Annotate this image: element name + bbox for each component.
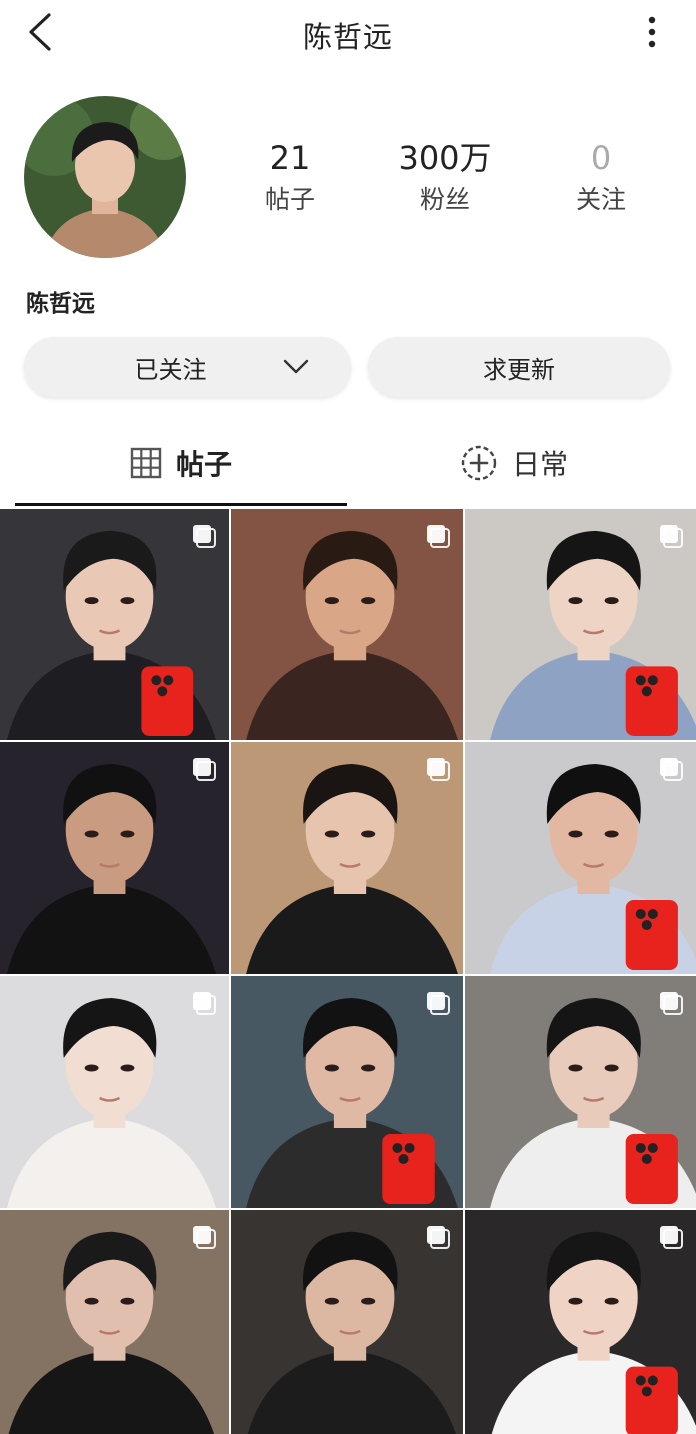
add-circle-icon [461,445,497,481]
post-thumbnail[interactable] [465,1210,696,1434]
stat-label: 关注 [575,185,626,214]
multiple-photos-icon [427,758,450,781]
stat-value: 21 [269,139,311,177]
top-bar: 陈哲远 [0,0,696,66]
post-thumbnail[interactable] [465,742,696,974]
avatar[interactable] [24,96,186,258]
multiple-photos-icon [660,525,683,548]
post-thumbnail[interactable] [0,509,229,740]
stat-followers[interactable]: 300万 粉丝 [375,138,515,220]
post-thumbnail[interactable] [231,976,463,1208]
tab-posts[interactable]: 帖子 [15,420,347,506]
stat-following[interactable]: 0 关注 [531,138,671,220]
stat-label: 粉丝 [419,185,470,214]
tab-daily[interactable]: 日常 [348,420,680,506]
stat-value: 300万 [398,139,492,177]
more-options-button[interactable] [636,12,668,52]
content-tabs: 帖子 日常 [0,420,696,510]
post-thumbnail[interactable] [231,1210,463,1434]
tab-label: 帖子 [175,448,232,481]
post-thumbnail[interactable] [0,976,229,1208]
following-button-label: 已关注 [134,355,207,384]
post-thumbnail[interactable] [231,509,463,740]
multiple-photos-icon [193,525,216,548]
multiple-photos-icon [427,525,450,548]
multiple-photos-icon [427,1226,450,1249]
request-update-label: 求更新 [483,355,555,384]
stat-posts[interactable]: 21 帖子 [220,138,360,220]
active-tab-indicator [15,503,347,506]
post-thumbnail[interactable] [465,976,696,1208]
post-thumbnail[interactable] [231,742,463,974]
profile-name: 陈哲远 [26,291,95,317]
request-update-button[interactable]: 求更新 [368,337,670,397]
stat-value: 0 [590,139,612,177]
multiple-photos-icon [193,992,216,1015]
multiple-photos-icon [660,758,683,781]
page-title: 陈哲远 [302,20,393,54]
post-thumbnail[interactable] [465,509,696,740]
stat-label: 帖子 [264,185,315,214]
post-thumbnail[interactable] [0,1210,229,1434]
multiple-photos-icon [660,1226,683,1249]
post-thumbnail[interactable] [0,742,229,974]
tab-label: 日常 [511,448,568,481]
post-grid [0,509,696,1434]
multiple-photos-icon [193,1226,216,1249]
grid-icon [130,447,162,479]
multiple-photos-icon [427,992,450,1015]
multiple-photos-icon [660,992,683,1015]
more-vertical-icon [648,16,656,48]
following-button[interactable]: 已关注 [24,337,351,397]
chevron-down-icon [283,359,309,374]
multiple-photos-icon [193,758,216,781]
